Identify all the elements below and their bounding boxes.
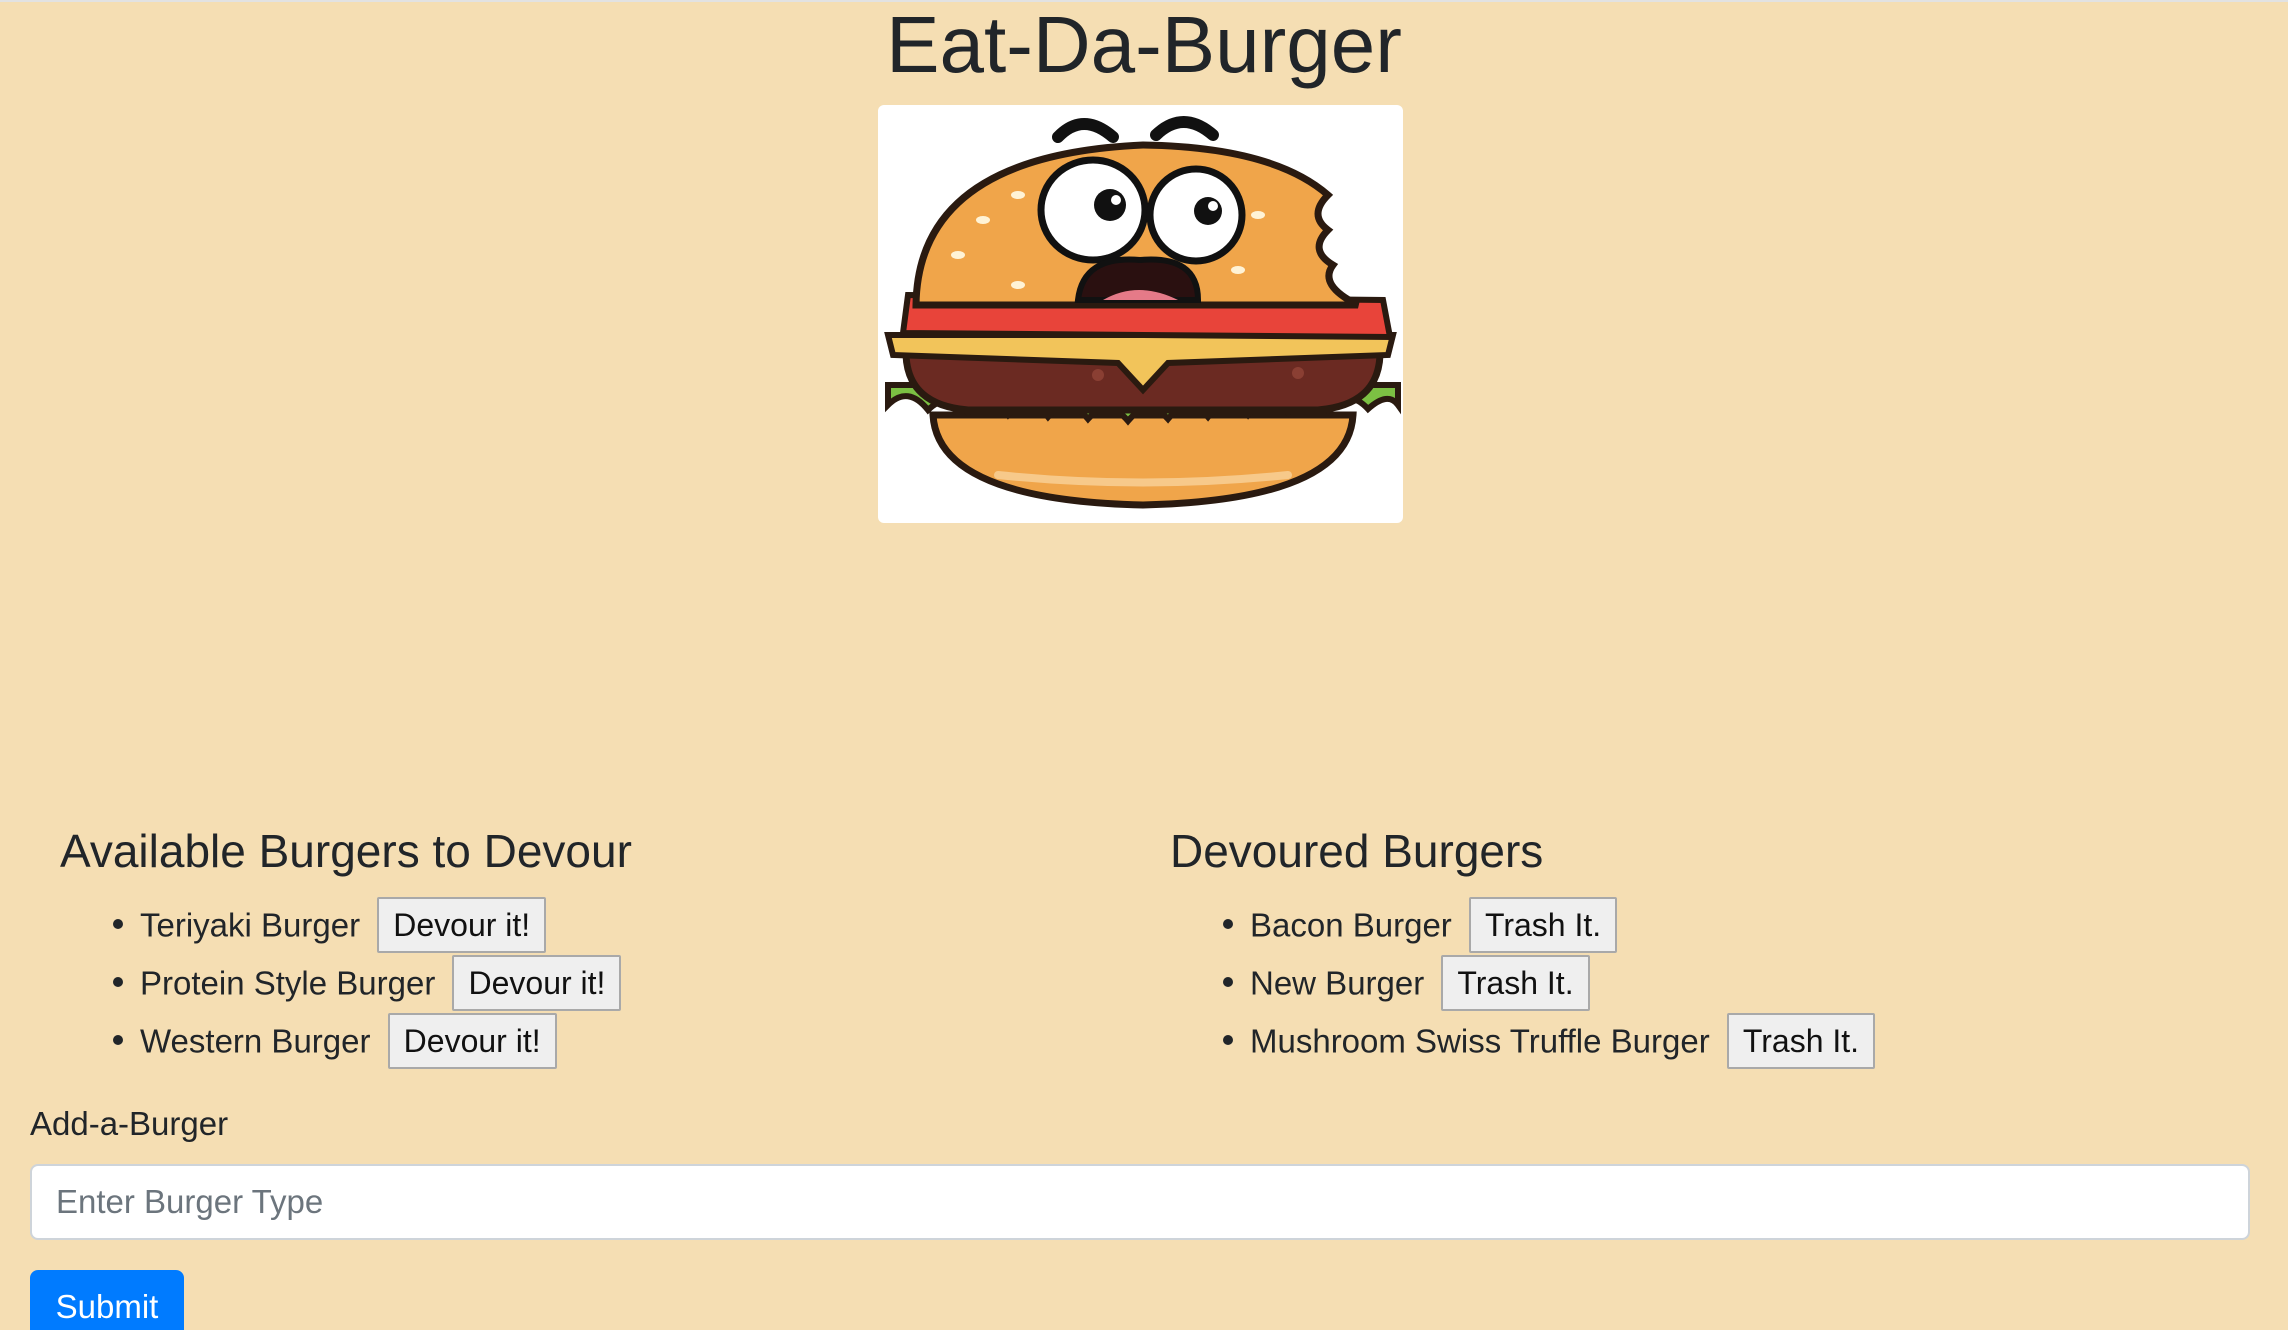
available-burgers-list: Teriyaki Burger Devour it! Protein Style…: [60, 894, 632, 1070]
list-item: Western Burger Devour it!: [140, 1010, 632, 1070]
burger-name: Protein Style Burger: [140, 964, 436, 1002]
burger-name: New Burger: [1250, 964, 1425, 1002]
add-burger-label: Add-a-Burger: [30, 1105, 229, 1142]
burger-name: Mushroom Swiss Truffle Burger: [1250, 1022, 1710, 1060]
burger-type-input[interactable]: [30, 1164, 2250, 1240]
burger-name: Bacon Burger: [1250, 906, 1452, 944]
devoured-burgers-section: Devoured Burgers Bacon Burger Trash It. …: [1170, 818, 1876, 1070]
trash-button[interactable]: Trash It.: [1468, 897, 1618, 954]
burger-mascot-icon: [884, 116, 1401, 509]
list-item: Protein Style Burger Devour it!: [140, 952, 632, 1012]
trash-button[interactable]: Trash It.: [1726, 1013, 1876, 1070]
available-heading: Available Burgers to Devour: [60, 825, 632, 877]
list-item: Bacon Burger Trash It.: [1250, 894, 1875, 954]
devoured-heading: Devoured Burgers: [1170, 825, 1544, 877]
page: Eat-Da-Burger Available Burgers to Devou…: [0, 0, 2288, 1330]
trash-button[interactable]: Trash It.: [1441, 955, 1590, 1012]
devour-button[interactable]: Devour it!: [387, 1013, 557, 1070]
list-item: Teriyaki Burger Devour it!: [140, 894, 632, 954]
list-item: New Burger Trash It.: [1250, 952, 1875, 1012]
burger-name: Western Burger: [140, 1022, 371, 1060]
burger-mascot-image: [878, 105, 1403, 523]
devour-button[interactable]: Devour it!: [452, 955, 622, 1012]
available-burgers-section: Available Burgers to Devour Teriyaki Bur…: [60, 818, 632, 1070]
devoured-burgers-list: Bacon Burger Trash It. New Burger Trash …: [1170, 894, 1876, 1070]
list-item: Mushroom Swiss Truffle Burger Trash It.: [1250, 1010, 1876, 1070]
submit-button[interactable]: Submit: [30, 1270, 184, 1330]
burger-name: Teriyaki Burger: [140, 906, 361, 944]
devour-button[interactable]: Devour it!: [377, 897, 547, 954]
page-title: Eat-Da-Burger: [886, 0, 1402, 89]
